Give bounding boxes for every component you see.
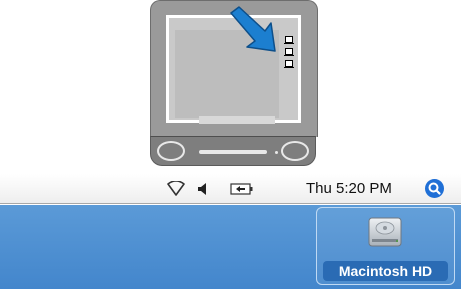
macintosh-hd-icon[interactable]: Macintosh HD [316, 207, 455, 285]
menu-clock[interactable]: Thu 5:20 PM [306, 180, 392, 197]
volume-icon[interactable] [197, 182, 209, 196]
screen-dock [199, 116, 275, 124]
imac-illustration [150, 0, 318, 166]
mini-desktop-icon [284, 60, 294, 68]
wifi-icon[interactable] [166, 181, 186, 197]
mini-desktop-icon [284, 36, 294, 44]
macintosh-hd-label[interactable]: Macintosh HD [323, 261, 448, 281]
search-icon [428, 182, 441, 195]
desktop: Macintosh HD [0, 205, 461, 289]
spotlight-icon[interactable] [425, 179, 444, 198]
battery-icon[interactable] [230, 182, 254, 196]
speaker-left [157, 141, 185, 161]
hard-drive-icon [368, 217, 402, 247]
power-light [275, 151, 278, 154]
cd-slot [199, 150, 267, 154]
pointer-arrow-icon [230, 6, 276, 52]
speaker-right [281, 141, 309, 161]
imac-body [150, 0, 318, 137]
menu-bar: Thu 5:20 PM [0, 174, 461, 204]
mini-desktop-icon [284, 48, 294, 56]
imac-chin [150, 136, 316, 166]
